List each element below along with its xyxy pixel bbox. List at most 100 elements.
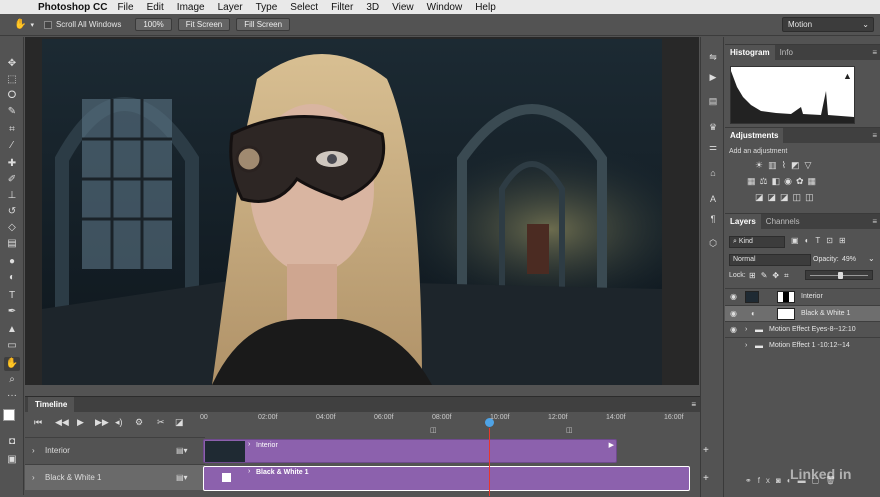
tab-adjustments[interactable]: Adjustments — [725, 128, 784, 143]
layer-row-motion-eyes[interactable]: ◉ › ▬ Motion Effect Eyes-8--12:10 — [725, 321, 880, 337]
chevron-right-icon[interactable]: › — [745, 338, 747, 354]
menu-view[interactable]: View — [392, 2, 414, 13]
fill-screen-button[interactable]: Fill Screen — [236, 18, 291, 31]
zoom-100-button[interactable]: 100% — [135, 18, 172, 31]
layer-row-black-white[interactable]: ◉ ◐ Black & White 1 — [725, 305, 880, 321]
eye-hidden-icon[interactable]: ◉ — [730, 338, 737, 354]
eyedropper-tool-icon[interactable]: ⁄ — [4, 139, 20, 153]
color-balance-icon[interactable]: ⚖ — [760, 176, 772, 186]
audio-icon[interactable]: ◂) — [115, 417, 123, 428]
track-interior[interactable]: › Interior ▤▾ — [25, 437, 205, 463]
link-layers-icon[interactable]: ⚭ — [745, 476, 758, 485]
hue-saturation-icon[interactable]: ▦ — [747, 176, 760, 186]
lock-artboard-icon[interactable]: ⌗ — [784, 271, 794, 280]
shape-filter-icon[interactable]: ⊡ — [826, 236, 839, 245]
paragraph-icon[interactable]: ¶ — [706, 213, 720, 225]
menu-help[interactable]: Help — [475, 2, 496, 13]
transition-icon[interactable]: ◪ — [175, 417, 184, 428]
tab-timeline[interactable]: Timeline — [28, 397, 75, 412]
opacity-slider-thumb[interactable] — [838, 272, 843, 279]
chevron-right-icon[interactable]: › — [745, 322, 747, 338]
play-action-icon[interactable]: ▶ — [706, 71, 720, 83]
history-icon[interactable]: ⇋ — [706, 51, 720, 63]
clone-source-icon[interactable]: ⌂ — [706, 167, 720, 179]
next-frame-icon[interactable]: ▶▶ — [95, 417, 109, 428]
chevron-right-icon[interactable]: › — [32, 465, 35, 491]
more-tools-icon[interactable]: ··· — [4, 389, 20, 403]
pixel-filter-icon[interactable]: ▣ — [791, 236, 805, 245]
photo-filter-icon[interactable]: ◉ — [784, 176, 796, 186]
work-area-end-marker[interactable]: ◫ — [566, 426, 573, 434]
path-selection-tool-icon[interactable]: ▲ — [4, 323, 20, 337]
first-frame-icon[interactable]: ⏮ — [34, 417, 42, 428]
3d-icon[interactable]: ⬡ — [706, 237, 720, 249]
fit-screen-button[interactable]: Fit Screen — [177, 18, 231, 31]
curves-icon[interactable]: ⌇ — [782, 160, 791, 170]
panel-menu-icon[interactable]: ≡ — [872, 217, 877, 226]
color-lookup-icon[interactable]: ▦ — [808, 176, 821, 186]
fx-icon[interactable]: fx — [758, 476, 776, 485]
threshold-icon[interactable]: ◪ — [780, 192, 793, 202]
quick-select-tool-icon[interactable]: ✎ — [4, 105, 20, 119]
brush-tool-icon[interactable]: ✐ — [4, 173, 20, 187]
adjustment-filter-icon[interactable]: ◐ — [805, 236, 816, 245]
lasso-tool-icon[interactable]: ⵔ — [4, 89, 20, 103]
blur-tool-icon[interactable]: ● — [4, 255, 20, 269]
tab-histogram[interactable]: Histogram — [725, 45, 775, 60]
vibrance-icon[interactable]: ▽ — [805, 160, 817, 170]
type-filter-icon[interactable]: T — [815, 236, 826, 245]
clip-interior[interactable]: › Interior ▶ — [203, 439, 617, 463]
menu-file[interactable]: File — [117, 2, 133, 13]
marquee-tool-icon[interactable]: ⬚ — [4, 73, 20, 87]
type-tool-icon[interactable]: T — [4, 289, 20, 303]
levels-icon[interactable]: ▥ — [768, 160, 782, 170]
opacity-value[interactable]: 49% — [842, 256, 856, 263]
smart-filter-icon[interactable]: ⊞ — [839, 236, 852, 245]
posterize-icon[interactable]: ◪ — [768, 192, 781, 202]
tab-channels[interactable]: Channels — [761, 214, 805, 229]
brightness-icon[interactable]: ☀ — [755, 160, 768, 170]
menu-edit[interactable]: Edit — [147, 2, 164, 13]
menu-image[interactable]: Image — [177, 2, 205, 13]
sliders-icon[interactable]: ⚌ — [706, 141, 720, 153]
track-black-white-1[interactable]: › Black & White 1 ▤▾ — [25, 464, 205, 490]
move-tool-icon[interactable]: ✥ — [4, 57, 20, 71]
split-scissors-icon[interactable]: ✂ — [157, 417, 165, 428]
warning-icon[interactable]: ▲ — [843, 71, 852, 81]
opacity-slider[interactable] — [805, 270, 873, 280]
film-icon[interactable]: ▤▾ — [176, 465, 188, 491]
black-white-icon[interactable]: ◧ — [772, 176, 785, 186]
eye-icon[interactable]: ◉ — [730, 322, 737, 338]
pen-tool-icon[interactable]: ✒ — [4, 305, 20, 319]
gradient-tool-icon[interactable]: ▤ — [4, 237, 20, 251]
chevron-right-icon[interactable]: › — [32, 438, 35, 464]
selective-color-icon[interactable]: ◫ — [805, 192, 818, 202]
panel-menu-icon[interactable]: ≡ — [691, 400, 696, 409]
layer-row-motion-effect-1[interactable]: ◉ › ▬ Motion Effect 1 -10:12--14 — [725, 337, 880, 353]
clone-stamp-tool-icon[interactable]: ⊥ — [4, 189, 20, 203]
menu-layer[interactable]: Layer — [218, 2, 243, 13]
tab-info[interactable]: Info — [775, 45, 798, 60]
lock-transparency-icon[interactable]: ⊞ — [749, 271, 761, 280]
film-icon[interactable]: ▤▾ — [176, 438, 188, 464]
settings-gear-icon[interactable]: ⚙ — [135, 417, 143, 428]
previous-frame-icon[interactable]: ◀◀ — [55, 417, 69, 428]
zoom-tool-icon[interactable]: ⌕ — [4, 373, 20, 387]
properties-icon[interactable]: ▤ — [706, 95, 720, 107]
history-brush-tool-icon[interactable]: ↺ — [4, 205, 20, 219]
eye-icon[interactable]: ◉ — [730, 306, 737, 322]
add-mask-icon[interactable]: ◙ — [776, 476, 787, 485]
eye-icon[interactable]: ◉ — [730, 289, 737, 305]
clip-black-white-1[interactable]: › Black & White 1 — [203, 466, 690, 491]
play-icon[interactable]: ▶ — [77, 417, 84, 428]
channel-mixer-icon[interactable]: ✿ — [796, 176, 808, 186]
menu-window[interactable]: Window — [427, 2, 463, 13]
lock-pixels-icon[interactable]: ✎ — [761, 271, 773, 280]
layer-row-interior[interactable]: ◉ Interior — [725, 288, 880, 304]
blend-mode-select[interactable]: Normal — [729, 254, 811, 266]
menu-select[interactable]: Select — [290, 2, 318, 13]
panel-menu-icon[interactable]: ≡ — [872, 131, 877, 140]
menu-filter[interactable]: Filter — [331, 2, 353, 13]
layer-filter-select[interactable]: ⌕ Kind — [729, 236, 785, 248]
quick-mask-icon[interactable]: ◘ — [4, 435, 20, 449]
